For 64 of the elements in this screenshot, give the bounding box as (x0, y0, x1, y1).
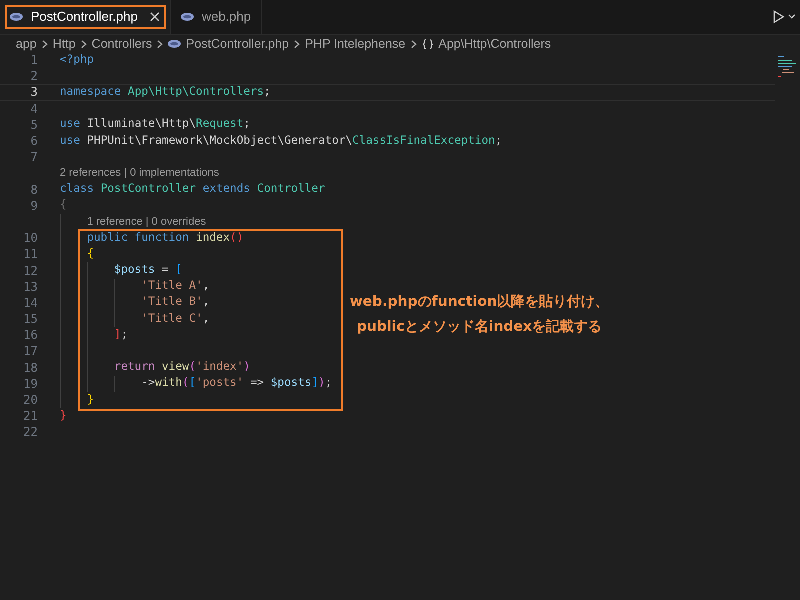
code-line: 'Title C', (142, 310, 210, 327)
php-file-icon (10, 13, 23, 21)
line-number: 20 (22, 392, 38, 410)
braces-icon (422, 38, 434, 50)
code-line: ]; (114, 326, 128, 343)
code-line: use Illuminate\Http\Request; (60, 116, 250, 132)
code-line: { (87, 246, 94, 262)
breadcrumb-item[interactable]: app (16, 34, 37, 54)
line-number: 3 (30, 84, 38, 102)
code-line: $posts = [ (114, 262, 182, 278)
code-line: return view('index') (114, 359, 250, 376)
code-line: } (87, 392, 94, 408)
breadcrumb-item[interactable]: App\Http\Controllers (438, 34, 552, 54)
line-number: 7 (30, 149, 38, 166)
chevron-right-icon (410, 40, 417, 48)
code-lens[interactable]: 2 references | 0 implementations (60, 165, 220, 182)
line-number: 15 (22, 311, 38, 328)
breadcrumb-item[interactable]: PHP Intelephense (305, 34, 406, 54)
editor-tab[interactable]: PostController.php (0, 0, 171, 34)
breadcrumb-item[interactable]: Controllers (92, 34, 152, 54)
line-number: 16 (22, 327, 38, 344)
line-number: 17 (22, 343, 38, 360)
line-number: 5 (30, 116, 38, 134)
code-line: } (60, 408, 67, 424)
line-number: 1 (30, 52, 38, 70)
line-number: 14 (22, 294, 38, 312)
minimap-drawing (778, 56, 796, 78)
code-line: 'Title A', (142, 278, 210, 294)
code-line: <?php (60, 52, 94, 68)
code-line: ->with(['posts' => $posts]); (142, 375, 332, 392)
breadcrumb-item[interactable]: PostController.php (186, 34, 290, 54)
line-number: 9 (30, 198, 38, 215)
line-number: 8 (30, 182, 38, 199)
code-line: { (60, 197, 67, 214)
breadcrumb-item[interactable]: Http (52, 34, 76, 54)
chevron-right-icon (294, 40, 300, 48)
line-number: 13 (22, 278, 38, 296)
editor-tab[interactable]: web.php (170, 0, 262, 34)
php-file-icon (168, 40, 182, 48)
code-line: 'Title B', (142, 294, 210, 310)
line-number: 4 (30, 100, 38, 118)
code-line: namespace App\Http\Controllers; (60, 84, 271, 100)
line-number: 21 (22, 408, 38, 426)
line-number: 19 (22, 376, 38, 393)
close-icon[interactable] (150, 12, 160, 22)
line-number: 2 (30, 68, 38, 86)
line-number: 10 (22, 230, 38, 248)
php-file-icon (180, 13, 194, 21)
code-line: class PostController extends Controller (60, 181, 326, 198)
line-number: 18 (22, 360, 38, 377)
chevron-right-icon (80, 40, 87, 48)
code-line: public function index() (87, 230, 244, 246)
line-number: 12 (22, 262, 38, 280)
line-number: 22 (22, 424, 38, 442)
code-lens[interactable]: 1 reference | 0 overrides (87, 214, 206, 230)
code-line: use PHPUnit\Framework\MockObject\Generator\ClassIsFinalException; (60, 132, 502, 149)
chevron-down-icon[interactable] (788, 14, 796, 20)
annotation-text: web.phpのfunction以降を貼り付け、 (350, 293, 610, 312)
chevron-right-icon (42, 40, 48, 48)
run-icon[interactable] (773, 10, 785, 24)
line-number: 11 (22, 246, 38, 264)
chevron-right-icon (157, 40, 164, 48)
line-number: 6 (30, 133, 38, 150)
annotation-text: publicとメソッド名indexを記載する (356, 318, 602, 337)
